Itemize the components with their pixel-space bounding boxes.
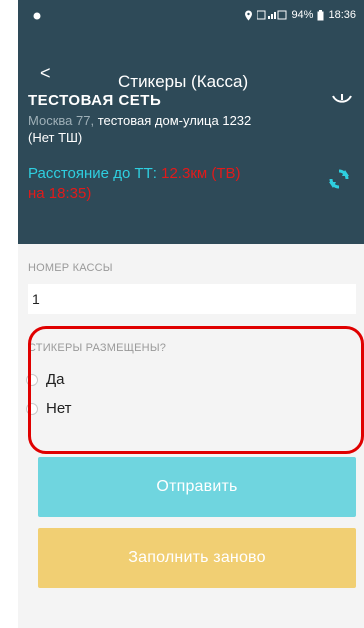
address-street: тестовая дом-улица 1232 bbox=[94, 113, 252, 128]
battery-percent: 94% bbox=[291, 9, 314, 21]
back-button[interactable]: < bbox=[40, 62, 62, 84]
distance-label: Расстояние до ТТ: bbox=[28, 165, 162, 182]
kassa-number-input[interactable]: 1 bbox=[28, 284, 356, 314]
store-network-name: ТЕСТОВАЯ СЕТЬ bbox=[28, 92, 162, 106]
send-button[interactable]: Отправить bbox=[38, 457, 356, 517]
notification-icon bbox=[33, 12, 41, 20]
location-icon bbox=[245, 10, 253, 20]
distance-value-time: на 18:35) bbox=[28, 185, 92, 202]
address-city: Москва 77, bbox=[28, 113, 95, 128]
info-icon[interactable] bbox=[330, 88, 354, 112]
distance-info: Расстояние до ТТ: 12.3км (ТВ) на 18:35) bbox=[28, 164, 318, 204]
battery-icon bbox=[317, 9, 324, 20]
refill-button[interactable]: Заполнить заново bbox=[38, 528, 356, 588]
app-header: < Стикеры (Касса) ТЕСТОВАЯ СЕТЬ Москва 7… bbox=[18, 34, 364, 244]
status-right: 94% 18:36 bbox=[244, 9, 356, 21]
phone-screen: 94% 18:36 < Стикеры (Касса) ТЕСТОВАЯ СЕТ… bbox=[18, 0, 364, 628]
page-title: Стикеры (Касса) bbox=[118, 72, 249, 91]
store-address: Москва 77, тестовая дом-улица 1232 (Нет … bbox=[28, 112, 328, 146]
distance-value: 12.3км (ТВ) bbox=[161, 165, 241, 182]
refresh-icon[interactable] bbox=[328, 168, 350, 190]
clock: 18:36 bbox=[328, 9, 356, 21]
signal-icon bbox=[257, 10, 287, 20]
kassa-number-label: НОМЕР КАССЫ bbox=[28, 262, 113, 274]
address-note: (Нет ТШ) bbox=[28, 130, 83, 145]
highlight-annotation bbox=[28, 326, 364, 454]
status-bar: 94% 18:36 bbox=[18, 0, 364, 34]
